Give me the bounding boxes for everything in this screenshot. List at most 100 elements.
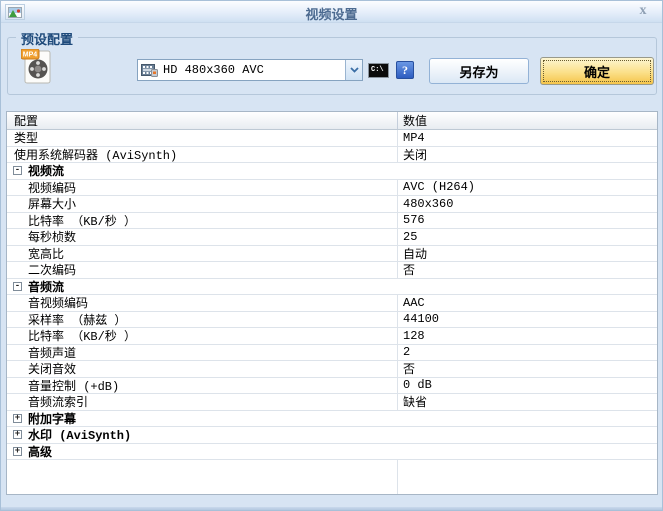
row-label-cell: 二次编码 (7, 262, 397, 278)
row-label-cell: 屏幕大小 (7, 196, 397, 212)
row-value-cell: 2 (397, 345, 657, 361)
table-row[interactable]: 关闭音效 否 (7, 361, 657, 378)
preset-combobox-value: HD 480x360 AVC (163, 63, 345, 77)
video-settings-dialog: 视频设置 x 预设配置 MP4 (0, 0, 663, 511)
row-value-cell: MP4 (397, 130, 657, 146)
row-label: 附加字幕 (28, 411, 76, 427)
row-label: 类型 (14, 130, 38, 146)
row-label-cell: 每秒桢数 (7, 229, 397, 245)
preset-groupbox: 预设配置 MP4 (7, 37, 657, 95)
chevron-down-icon[interactable] (345, 60, 362, 80)
row-value: 0 dB (403, 378, 432, 392)
empty-config-cell (7, 460, 397, 494)
table-row[interactable]: 音视频编码 AAC (7, 295, 657, 312)
table-row[interactable]: - 音频流 (7, 279, 657, 296)
row-value: 否 (403, 361, 415, 377)
row-value-cell: 480x360 (397, 196, 657, 212)
ok-button[interactable]: 确定 (540, 57, 654, 85)
preset-combobox[interactable]: HD 480x360 AVC (137, 59, 363, 81)
table-row[interactable]: 比特率 （KB/秒 ） 128 (7, 328, 657, 345)
table-row[interactable]: 二次编码 否 (7, 262, 657, 279)
config-column-header[interactable]: 配置 (7, 112, 397, 129)
row-label: 使用系统解码器 (AviSynth) (14, 147, 177, 163)
row-label: 水印 (AviSynth) (28, 427, 131, 443)
row-label: 二次编码 (28, 262, 76, 278)
row-value: AAC (403, 296, 425, 310)
row-value-cell: 576 (397, 213, 657, 229)
row-value-cell: 自动 (397, 246, 657, 262)
row-value: AVC (H264) (403, 180, 475, 194)
table-row[interactable]: - 视频流 (7, 163, 657, 180)
row-label-cell: 音视频编码 (7, 295, 397, 311)
table-row[interactable]: 音频声道 2 (7, 345, 657, 362)
row-label: 音频流索引 (28, 394, 88, 410)
row-label-cell: + 水印 (AviSynth) (7, 427, 657, 443)
expander-icon[interactable]: - (13, 282, 22, 291)
table-row[interactable]: + 附加字幕 (7, 411, 657, 428)
row-value: MP4 (403, 131, 425, 145)
row-label-cell: 使用系统解码器 (AviSynth) (7, 147, 397, 163)
row-value: 2 (403, 345, 410, 359)
row-label: 采样率 （赫兹 ） (28, 312, 126, 328)
row-label: 关闭音效 (28, 361, 76, 377)
expander-icon[interactable]: - (13, 166, 22, 175)
row-label-cell: 关闭音效 (7, 361, 397, 377)
table-row[interactable]: + 水印 (AviSynth) (7, 427, 657, 444)
command-prompt-icon[interactable]: C:\ (368, 63, 389, 78)
save-as-button[interactable]: 另存为 (429, 58, 529, 84)
row-label: 音频流 (28, 279, 64, 295)
row-value: 44100 (403, 312, 439, 326)
row-label: 高级 (28, 444, 52, 460)
table-row[interactable]: 音量控制 (+dB) 0 dB (7, 378, 657, 395)
expander-icon[interactable]: + (13, 430, 22, 439)
titlebar[interactable]: 视频设置 x (1, 1, 662, 23)
table-row[interactable]: + 高级 (7, 444, 657, 461)
table-body: 类型 MP4 使用系统解码器 (AviSynth) 关闭 - 视频流 视频编码 … (7, 130, 657, 460)
filmstrip-icon (141, 63, 158, 77)
row-value-cell: 缺省 (397, 394, 657, 410)
row-label: 音频声道 (28, 345, 76, 361)
help-button[interactable]: ? (396, 61, 414, 79)
empty-value-cell (397, 460, 657, 494)
preset-legend: 预设配置 (16, 29, 78, 48)
value-column-header[interactable]: 数值 (397, 112, 657, 129)
row-label-cell: 采样率 （赫兹 ） (7, 312, 397, 328)
row-label-cell: 音频流索引 (7, 394, 397, 410)
table-row[interactable]: 类型 MP4 (7, 130, 657, 147)
row-value-cell: AVC (H264) (397, 180, 657, 196)
row-value-cell: 否 (397, 262, 657, 278)
table-row[interactable]: 音频流索引 缺省 (7, 394, 657, 411)
row-value: 自动 (403, 246, 427, 262)
close-icon[interactable]: x (635, 3, 651, 19)
table-header-row: 配置 数值 (7, 112, 657, 130)
settings-table: 配置 数值 类型 MP4 使用系统解码器 (AviSynth) 关闭 - 视频流… (6, 111, 658, 495)
mp4-file-icon: MP4 (21, 49, 53, 85)
table-row[interactable]: 宽高比 自动 (7, 246, 657, 263)
table-row[interactable]: 比特率 （KB/秒 ） 576 (7, 213, 657, 230)
row-label: 比特率 （KB/秒 ） (28, 328, 136, 344)
row-value: 480x360 (403, 197, 453, 211)
row-value-cell: 否 (397, 361, 657, 377)
expander-icon[interactable]: + (13, 414, 22, 423)
row-label-cell: - 音频流 (7, 279, 657, 295)
row-label-cell: 音频声道 (7, 345, 397, 361)
window-title: 视频设置 (1, 4, 662, 23)
row-value: 25 (403, 230, 417, 244)
table-row[interactable]: 使用系统解码器 (AviSynth) 关闭 (7, 147, 657, 164)
row-label-cell: + 附加字幕 (7, 411, 657, 427)
table-row[interactable]: 视频编码 AVC (H264) (7, 180, 657, 197)
row-label: 视频编码 (28, 180, 76, 196)
row-label-cell: 宽高比 (7, 246, 397, 262)
expander-icon[interactable]: + (13, 447, 22, 456)
row-value: 576 (403, 213, 425, 227)
row-value-cell: 关闭 (397, 147, 657, 163)
row-value-cell: AAC (397, 295, 657, 311)
row-label-cell: - 视频流 (7, 163, 657, 179)
row-value: 否 (403, 262, 415, 278)
table-row[interactable]: 采样率 （赫兹 ） 44100 (7, 312, 657, 329)
row-label: 每秒桢数 (28, 229, 76, 245)
table-row[interactable]: 屏幕大小 480x360 (7, 196, 657, 213)
row-label-cell: 音量控制 (+dB) (7, 378, 397, 394)
table-row[interactable]: 每秒桢数 25 (7, 229, 657, 246)
row-label-cell: + 高级 (7, 444, 657, 460)
